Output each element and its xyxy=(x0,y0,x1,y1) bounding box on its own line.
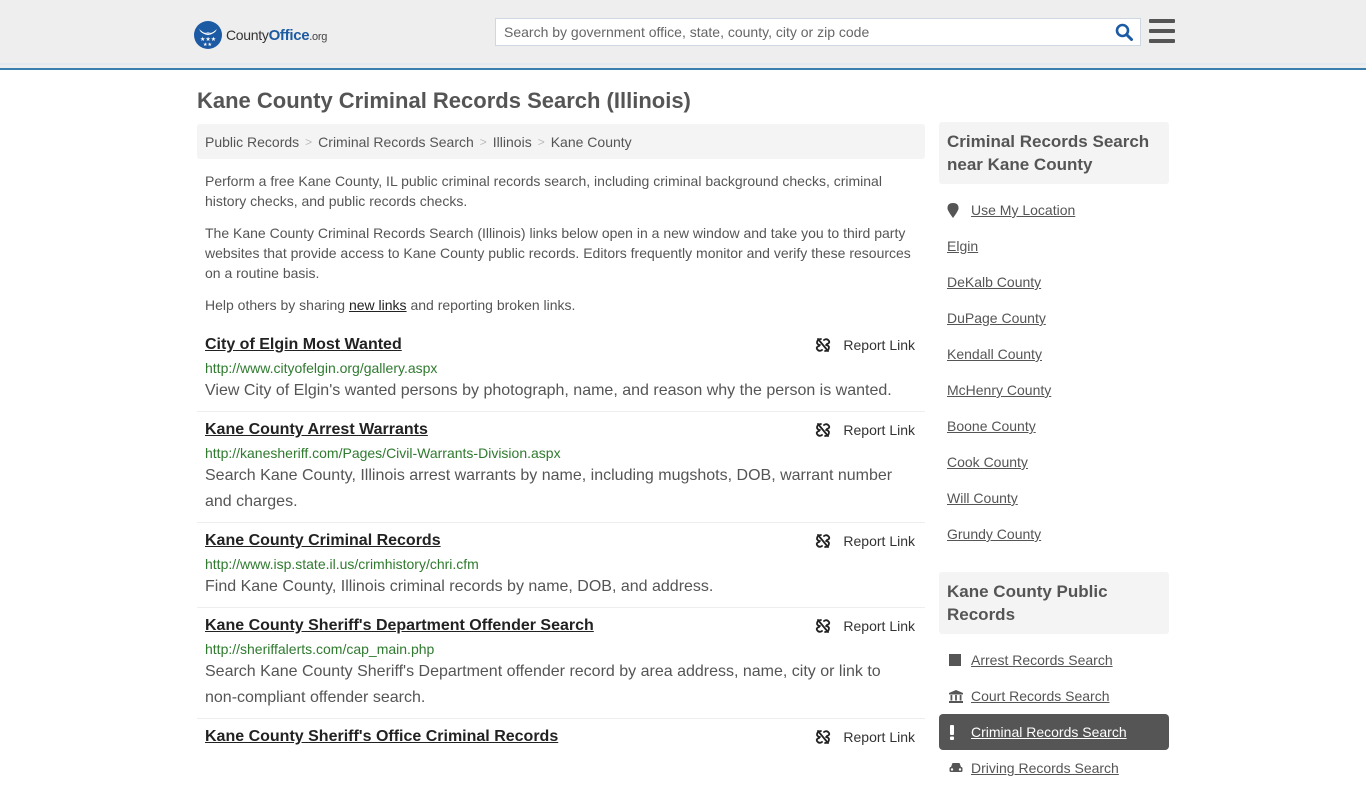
site-header: ★★★ ★★ CountyOffice.org xyxy=(0,0,1366,70)
breadcrumb-public-records[interactable]: Public Records xyxy=(205,134,299,150)
hamburger-menu-icon-bar xyxy=(1149,39,1175,43)
report-link-button[interactable]: Report Link xyxy=(815,337,915,353)
report-link-button[interactable]: Report Link xyxy=(815,729,915,745)
listing-title-link[interactable]: Kane County Arrest Warrants xyxy=(205,420,428,440)
use-my-location-link[interactable]: Use My Location xyxy=(971,202,1075,218)
listing-url[interactable]: http://kanesheriff.com/Pages/Civil-Warra… xyxy=(205,444,917,462)
page-title: Kane County Criminal Records Search (Ill… xyxy=(197,88,691,113)
broken-link-icon xyxy=(816,730,831,744)
search-button[interactable] xyxy=(1108,19,1140,45)
nearby-link-dekalb-county[interactable]: DeKalb County xyxy=(947,274,1041,290)
nearby-link-elgin[interactable]: Elgin xyxy=(947,238,978,254)
nearby-item: Will County xyxy=(947,480,1161,516)
nearby-list: Use My Location Elgin DeKalb County DuPa… xyxy=(939,184,1169,552)
eagle-logo-icon: ★★★ ★★ xyxy=(194,21,222,49)
use-my-location-item: Use My Location xyxy=(947,192,1161,228)
breadcrumb-criminal-records-search[interactable]: Criminal Records Search xyxy=(318,134,474,150)
public-records-item: Arrest Records Search xyxy=(939,642,1169,678)
public-records-item: Driving Records Search xyxy=(939,750,1169,786)
nearby-link-mchenry-county[interactable]: McHenry County xyxy=(947,382,1051,398)
broken-link-icon xyxy=(816,423,831,437)
car-icon xyxy=(949,762,971,774)
listing-title-link[interactable]: Kane County Sheriff's Office Criminal Re… xyxy=(205,727,558,747)
hamburger-menu-button[interactable] xyxy=(1149,19,1175,43)
exclamation-icon xyxy=(949,724,971,740)
public-records-heading: Kane County Public Records xyxy=(939,572,1169,634)
breadcrumb-separator: > xyxy=(479,134,487,149)
listing-description: View City of Elgin's wanted persons by p… xyxy=(205,382,892,399)
nearby-item: McHenry County xyxy=(947,372,1161,408)
broken-link-icon xyxy=(816,338,831,352)
listing-title-link[interactable]: Kane County Sheriff's Department Offende… xyxy=(205,616,594,636)
nearby-link-cook-county[interactable]: Cook County xyxy=(947,454,1028,470)
listing-url[interactable]: http://sheriffalerts.com/cap_main.php xyxy=(205,640,917,658)
listing-title-link[interactable]: City of Elgin Most Wanted xyxy=(205,335,402,355)
logo-text: CountyOffice.org xyxy=(226,26,328,44)
sidebar: Criminal Records Search near Kane County… xyxy=(939,122,1169,786)
nearby-item: Boone County xyxy=(947,408,1161,444)
square-icon xyxy=(949,654,971,666)
search-icon xyxy=(1115,23,1133,41)
hamburger-menu-icon-bar xyxy=(1149,19,1175,23)
public-records-list: Arrest Records Search Court Records Sear… xyxy=(939,634,1169,786)
report-link-button[interactable]: Report Link xyxy=(815,533,915,549)
breadcrumb-separator: > xyxy=(305,134,313,149)
intro-paragraph-1: Perform a free Kane County, IL public cr… xyxy=(205,173,882,209)
nearby-item: Elgin xyxy=(947,228,1161,264)
nearby-item: DuPage County xyxy=(947,300,1161,336)
listing-description: Search Kane County Sheriff's Department … xyxy=(205,663,881,706)
hamburger-menu-icon-bar xyxy=(1149,29,1175,33)
nearby-item: Cook County xyxy=(947,444,1161,480)
breadcrumb-illinois[interactable]: Illinois xyxy=(493,134,532,150)
site-logo[interactable]: ★★★ ★★ CountyOffice.org xyxy=(194,20,327,50)
listing-item: Kane County Criminal Records http://www.… xyxy=(197,523,925,608)
nearby-link-will-county[interactable]: Will County xyxy=(947,490,1018,506)
nearby-link-dupage-county[interactable]: DuPage County xyxy=(947,310,1046,326)
listing-description: Find Kane County, Illinois criminal reco… xyxy=(205,578,714,595)
main-content: Public Records > Criminal Records Search… xyxy=(197,124,925,754)
arrest-records-search-link[interactable]: Arrest Records Search xyxy=(971,652,1113,668)
listing-url[interactable]: http://www.cityofelgin.org/gallery.aspx xyxy=(205,359,917,377)
nearby-item: DeKalb County xyxy=(947,264,1161,300)
listing-item: Kane County Sheriff's Department Offende… xyxy=(197,608,925,719)
listings: City of Elgin Most Wanted http://www.cit… xyxy=(197,327,925,754)
nearby-link-grundy-county[interactable]: Grundy County xyxy=(947,526,1041,542)
public-records-item-active: Criminal Records Search xyxy=(939,714,1169,750)
new-links-link[interactable]: new links xyxy=(349,297,407,313)
listing-item: Kane County Arrest Warrants http://kanes… xyxy=(197,412,925,523)
breadcrumb-separator: > xyxy=(537,134,545,149)
report-link-button[interactable]: Report Link xyxy=(815,422,915,438)
intro-paragraph-3: Help others by sharing new links and rep… xyxy=(205,297,576,313)
report-link-button[interactable]: Report Link xyxy=(815,618,915,634)
breadcrumb-kane-county[interactable]: Kane County xyxy=(551,134,632,150)
intro-text: Perform a free Kane County, IL public cr… xyxy=(197,171,925,315)
nearby-item: Kendall County xyxy=(947,336,1161,372)
svg-text:★★: ★★ xyxy=(203,42,212,46)
nearby-link-kendall-county[interactable]: Kendall County xyxy=(947,346,1042,362)
listing-description: Search Kane County, Illinois arrest warr… xyxy=(205,467,893,510)
public-records-item: Court Records Search xyxy=(939,678,1169,714)
driving-records-search-link[interactable]: Driving Records Search xyxy=(971,760,1119,776)
listing-title-link[interactable]: Kane County Criminal Records xyxy=(205,531,441,551)
search-bar xyxy=(495,18,1141,46)
nearby-link-boone-county[interactable]: Boone County xyxy=(947,418,1036,434)
courthouse-icon xyxy=(949,689,971,703)
search-input[interactable] xyxy=(496,19,1108,45)
broken-link-icon xyxy=(816,619,831,633)
broken-link-icon xyxy=(816,534,831,548)
court-records-search-link[interactable]: Court Records Search xyxy=(971,688,1110,704)
listing-item: Kane County Sheriff's Office Criminal Re… xyxy=(197,719,925,754)
map-marker-icon xyxy=(947,202,971,218)
intro-paragraph-2: The Kane County Criminal Records Search … xyxy=(205,225,911,281)
nearby-heading: Criminal Records Search near Kane County xyxy=(939,122,1169,184)
criminal-records-search-link[interactable]: Criminal Records Search xyxy=(971,724,1127,740)
nearby-item: Grundy County xyxy=(947,516,1161,552)
listing-item: City of Elgin Most Wanted http://www.cit… xyxy=(197,327,925,412)
listing-url[interactable]: http://www.isp.state.il.us/crimhistory/c… xyxy=(205,555,917,573)
breadcrumb: Public Records > Criminal Records Search… xyxy=(197,124,925,159)
